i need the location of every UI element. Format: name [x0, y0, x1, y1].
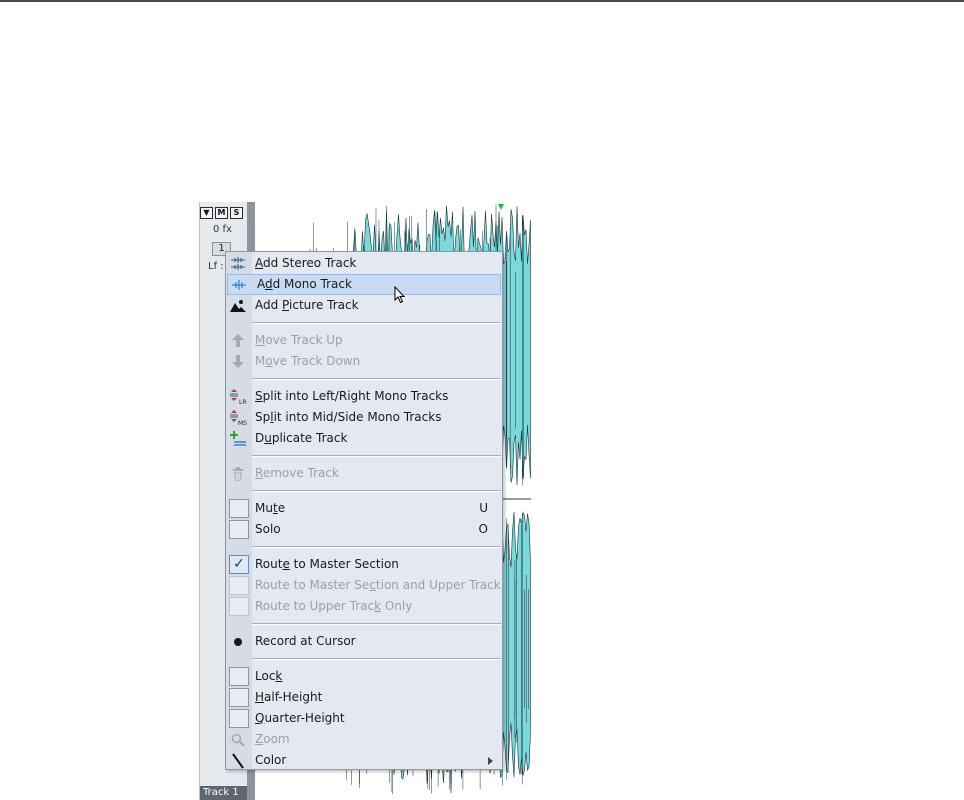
menu-item-label: Split into Left/Right Mono Tracks	[255, 389, 449, 403]
menu-separator	[226, 316, 502, 330]
menu-item-record-at-cursor[interactable]: Record at Cursor	[226, 631, 502, 652]
menu-item-label: Add Picture Track	[255, 298, 359, 312]
menu-item-quarter-height[interactable]: Quarter-Height	[226, 708, 502, 729]
mouse-pointer-icon	[394, 286, 406, 304]
stereo-track-icon	[228, 255, 248, 272]
menu-item-add-picture-track[interactable]: Add Picture Track	[226, 295, 502, 316]
menu-item-mute[interactable]: Mute U	[226, 498, 502, 519]
menu-item-label: Move Track Down	[255, 354, 361, 368]
menu-shortcut: O	[478, 522, 488, 536]
menu-item-label: Half-Height	[255, 690, 323, 704]
checkbox-empty-icon	[229, 499, 249, 518]
mono-track-icon	[229, 276, 249, 293]
track-context-menu: Add Stereo Track Add Mono Track Add Pictur…	[225, 251, 503, 770]
record-dot-icon	[228, 633, 248, 650]
menu-item-add-stereo-track[interactable]: Add Stereo Track	[226, 253, 502, 274]
menu-item-label: Color	[255, 753, 287, 767]
menu-separator	[226, 617, 502, 631]
menu-item-label: Route to Master Section	[255, 557, 399, 571]
menu-item-lock[interactable]: Lock	[226, 666, 502, 687]
menu-item-duplicate-track[interactable]: Duplicate Track	[226, 428, 502, 449]
track-channel-label: Lf :	[208, 261, 224, 272]
mute-button[interactable]: M	[215, 207, 228, 219]
menu-item-label: Route to Master Section and Upper Track	[255, 578, 501, 592]
menu-item-label: Add Mono Track	[257, 277, 352, 291]
split-lr-icon: LR	[228, 388, 248, 405]
menu-separator	[226, 484, 502, 498]
menu-item-label: Remove Track	[255, 466, 339, 480]
menu-item-label: Move Track Up	[255, 333, 343, 347]
duplicate-track-icon	[228, 430, 248, 447]
menu-item-route-to-upper-track-only: Route to Upper Track Only	[226, 596, 502, 617]
menu-item-label: Mute	[255, 501, 286, 515]
split-ms-icon: MS	[228, 409, 248, 426]
menu-shortcut: U	[479, 501, 488, 515]
menu-item-route-to-master-section-and-upper-track: Route to Master Section and Upper Track	[226, 575, 502, 596]
menu-separator	[226, 449, 502, 463]
menu-item-label: Duplicate Track	[255, 431, 348, 445]
menu-item-split-into-mid-side-mono-tracks[interactable]: MS Split into Mid/Side Mono Tracks	[226, 407, 502, 428]
menu-item-label: Quarter-Height	[255, 711, 345, 725]
context-menu-list: Add Stereo Track Add Mono Track Add Pictur…	[226, 253, 502, 771]
magnifier-icon	[228, 731, 248, 748]
menu-item-label: Record at Cursor	[255, 634, 356, 648]
menu-item-label: Lock	[255, 669, 283, 683]
arrow-up-icon	[228, 332, 248, 349]
menu-item-solo[interactable]: Solo O	[226, 519, 502, 540]
menu-separator	[226, 372, 502, 386]
menu-item-move-track-down: Move Track Down	[226, 351, 502, 372]
svg-text:LR: LR	[239, 399, 247, 405]
submenu-arrow-icon	[488, 757, 493, 765]
cursor-marker-icon	[498, 204, 504, 210]
menu-item-label: Solo	[255, 522, 281, 536]
menu-item-route-to-master-section[interactable]: ✓ Route to Master Section	[226, 554, 502, 575]
menu-item-add-mono-track[interactable]: Add Mono Track	[227, 274, 501, 295]
menu-item-move-track-up: Move Track Up	[226, 330, 502, 351]
menu-item-split-into-left-right-mono-tracks[interactable]: LR Split into Left/Right Mono Tracks	[226, 386, 502, 407]
menu-item-label: Split into Mid/Side Mono Tracks	[255, 410, 442, 424]
track-fx-count[interactable]: 0 fx	[213, 224, 232, 235]
menu-item-color[interactable]: Color	[226, 750, 502, 771]
checkbox-empty-icon	[229, 667, 249, 686]
checkbox-empty-icon	[229, 709, 249, 728]
menu-item-label: Add Stereo Track	[255, 256, 357, 270]
menu-item-label: Zoom	[255, 732, 290, 746]
menu-item-zoom: Zoom	[226, 729, 502, 750]
trash-icon	[228, 465, 248, 482]
top-divider	[0, 0, 964, 2]
menu-item-label: Route to Upper Track Only	[255, 599, 413, 613]
arrow-down-icon	[228, 353, 248, 370]
checkbox-empty-icon	[229, 520, 249, 539]
menu-item-remove-track: Remove Track	[226, 463, 502, 484]
checkbox-empty-icon	[229, 597, 249, 616]
menu-item-half-height[interactable]: Half-Height	[226, 687, 502, 708]
menu-separator	[226, 540, 502, 554]
color-pen-icon	[228, 752, 248, 769]
menu-separator	[226, 652, 502, 666]
checkmark-icon: ✓	[229, 555, 249, 574]
checkbox-empty-icon	[229, 576, 249, 595]
picture-track-icon	[228, 297, 248, 314]
svg-text:MS: MS	[238, 420, 247, 426]
checkbox-empty-icon	[229, 688, 249, 707]
solo-button[interactable]: S	[230, 207, 243, 219]
track-menu-button[interactable]: ▼	[200, 207, 213, 219]
